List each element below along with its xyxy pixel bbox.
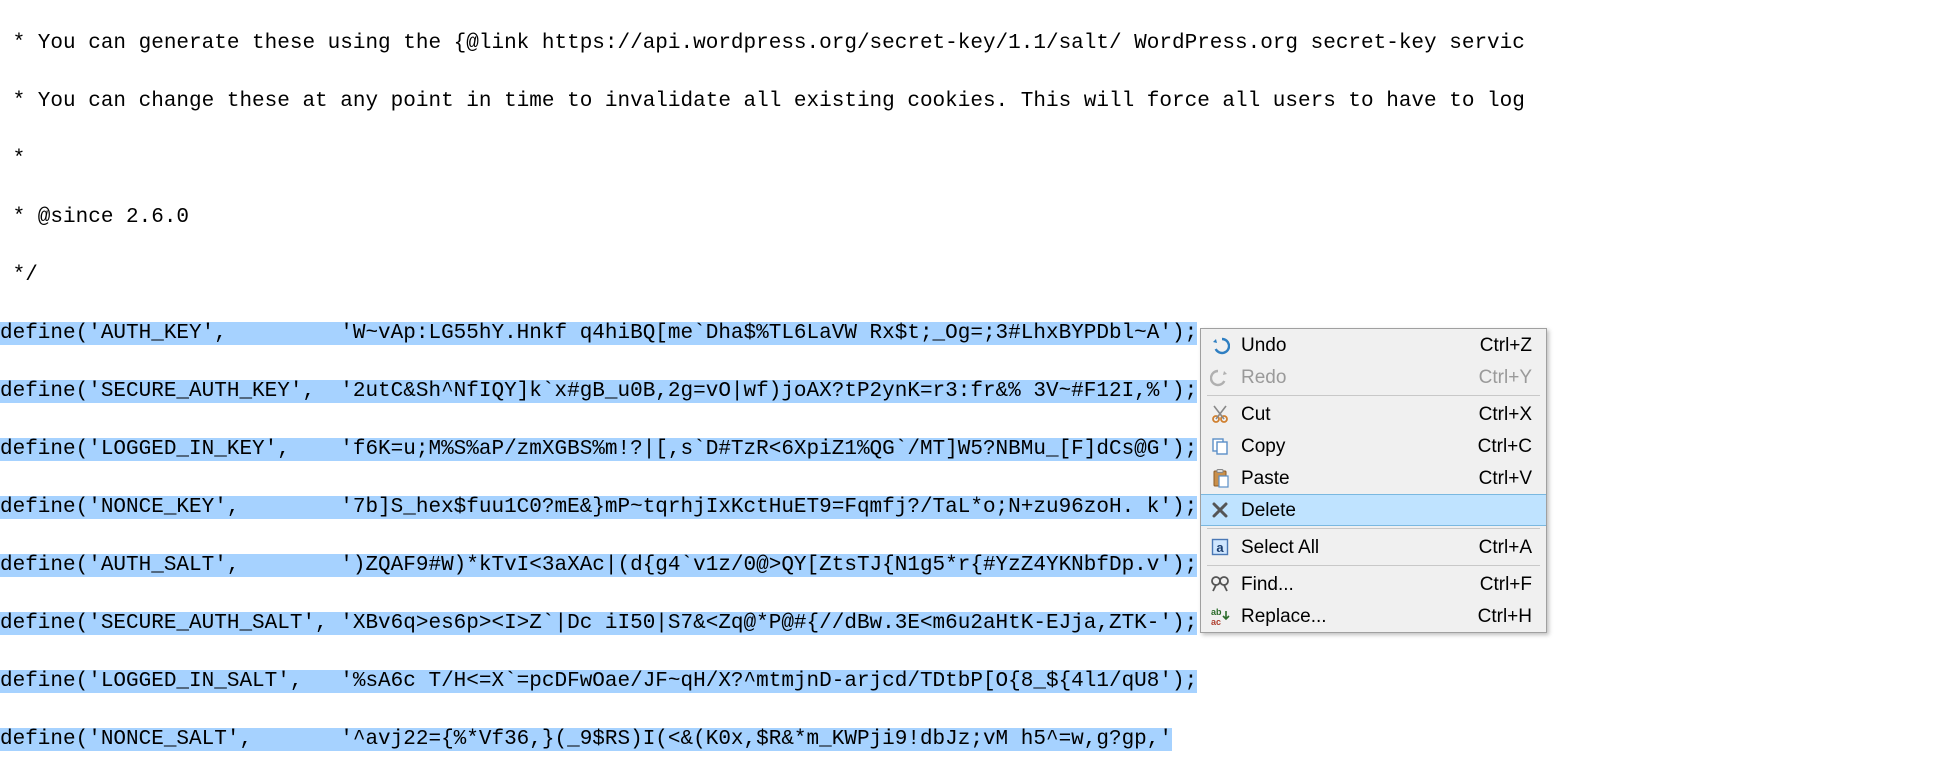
selected-code[interactable]: define('SECURE_AUTH_KEY', '2utC&Sh^NfIQY… [0,380,1197,403]
svg-text:ab: ab [1211,607,1222,617]
menu-separator [1207,565,1540,566]
selected-code[interactable]: define('LOGGED_IN_SALT', '%sA6c T/H<=X`=… [0,670,1197,693]
menu-shortcut: Ctrl+C [1478,432,1532,461]
code-line: * [0,145,1525,174]
code-line: */ [0,261,1525,290]
selected-code[interactable]: define('NONCE_KEY', '7b]S_hex$fuu1C0?mE&… [0,496,1197,519]
undo-icon [1207,333,1233,357]
context-menu: Undo Ctrl+Z Redo Ctrl+Y Cut Ctrl+X Copy … [1200,328,1547,633]
menu-label: Delete [1241,496,1532,525]
menu-item-undo[interactable]: Undo Ctrl+Z [1201,329,1546,361]
menu-shortcut: Ctrl+V [1479,464,1532,493]
menu-separator [1207,528,1540,529]
menu-shortcut: Ctrl+Z [1480,331,1532,360]
selected-code[interactable]: define('AUTH_SALT', ')ZQAF9#W)*kTvI<3aXA… [0,554,1197,577]
menu-label: Select All [1241,533,1479,562]
find-icon [1207,572,1233,596]
menu-shortcut: Ctrl+X [1479,400,1532,429]
svg-text:a: a [1216,540,1224,555]
cut-icon [1207,402,1233,426]
select-all-icon: a [1207,535,1233,559]
menu-separator [1207,395,1540,396]
menu-item-select-all[interactable]: a Select All Ctrl+A [1201,531,1546,563]
delete-icon [1207,498,1233,522]
menu-label: Undo [1241,331,1480,360]
replace-icon: abac [1207,604,1233,628]
code-line: * You can change these at any point in t… [0,87,1525,116]
menu-item-copy[interactable]: Copy Ctrl+C [1201,430,1546,462]
menu-item-paste[interactable]: Paste Ctrl+V [1201,462,1546,494]
selected-code[interactable]: define('SECURE_AUTH_SALT', 'XBv6q>es6p><… [0,612,1197,635]
menu-label: Redo [1241,363,1479,392]
menu-shortcut: Ctrl+Y [1479,363,1532,392]
menu-item-replace[interactable]: abac Replace... Ctrl+H [1201,600,1546,632]
menu-item-delete[interactable]: Delete [1201,494,1546,526]
selected-code[interactable]: define('LOGGED_IN_KEY', 'f6K=u;M%S%aP/zm… [0,438,1197,461]
code-line: * You can generate these using the {@lin… [0,29,1525,58]
menu-shortcut: Ctrl+F [1480,570,1532,599]
code-line: * @since 2.6.0 [0,203,1525,232]
svg-text:ac: ac [1211,617,1221,626]
paste-icon [1207,466,1233,490]
menu-shortcut: Ctrl+H [1478,602,1532,631]
selected-code[interactable]: define('AUTH_KEY', 'W~vAp:LG55hY.Hnkf q4… [0,322,1197,345]
selected-code[interactable]: define('NONCE_SALT', '^avj22={%*Vf36,}(_… [0,728,1172,751]
menu-item-find[interactable]: Find... Ctrl+F [1201,568,1546,600]
menu-label: Replace... [1241,602,1478,631]
menu-label: Cut [1241,400,1479,429]
copy-icon [1207,434,1233,458]
menu-label: Paste [1241,464,1479,493]
menu-item-redo: Redo Ctrl+Y [1201,361,1546,393]
redo-icon [1207,365,1233,389]
menu-shortcut: Ctrl+A [1479,533,1532,562]
menu-label: Find... [1241,570,1480,599]
menu-label: Copy [1241,432,1478,461]
menu-item-cut[interactable]: Cut Ctrl+X [1201,398,1546,430]
